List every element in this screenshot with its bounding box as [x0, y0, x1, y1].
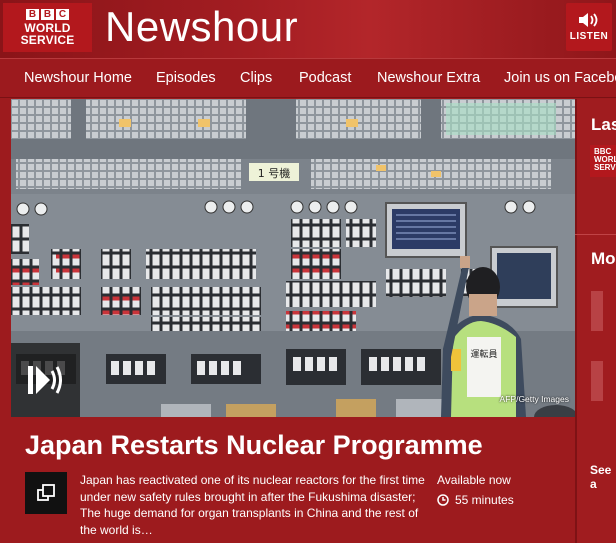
sidebar-list-thumb[interactable] [591, 291, 603, 331]
sidebar-list-thumb[interactable] [591, 361, 603, 401]
right-sidebar: Las BBC WORL SERV Mo See a [575, 99, 616, 543]
nav-item-newshour-extra[interactable]: Newshour Extra [377, 70, 480, 86]
nav-item-newshour-home[interactable]: Newshour Home [24, 70, 132, 86]
sidebar-bbc-logo[interactable]: BBC WORL SERV [590, 145, 616, 177]
popout-icon [37, 484, 55, 501]
bbc-blocks: B B C [26, 9, 69, 20]
unit-sign-text: 1 号機 [258, 166, 291, 180]
logo-line-service: SERVICE [20, 33, 75, 47]
nav-item-episodes[interactable]: Episodes [156, 70, 216, 86]
nav-item-facebook[interactable]: Join us on Facebook [504, 70, 616, 86]
more-heading: Mo [591, 249, 616, 268]
image-credit: AFP/Getty Images [499, 394, 569, 404]
control-room-illustration: 1 号機 運転員 [11, 99, 575, 417]
story-title[interactable]: Japan Restarts Nuclear Programme [25, 430, 483, 461]
programme-title[interactable]: Newshour [105, 3, 298, 51]
bbc-letter-c: C [56, 9, 69, 20]
clock-icon [437, 494, 449, 506]
duration-text: 55 minutes [455, 493, 514, 507]
bbc-letter-b1: B [26, 9, 39, 20]
popout-button[interactable] [25, 472, 67, 514]
nav-item-clips[interactable]: Clips [240, 70, 272, 86]
vest-text: 運転員 [470, 349, 497, 360]
audio-play-button[interactable] [11, 343, 80, 417]
availability-status: Available now [437, 473, 511, 487]
story-description: Japan has reactivated one of its nuclear… [80, 473, 425, 537]
listen-label: LISTEN [569, 31, 609, 42]
see-all-link[interactable]: See a [590, 463, 616, 491]
audio-play-icon [27, 366, 62, 394]
listen-button[interactable]: LISTEN [566, 3, 612, 51]
programme-nav: Newshour Home Episodes Clips Podcast New… [0, 58, 616, 98]
episode-duration: 55 minutes [437, 493, 514, 507]
speaker-icon [579, 13, 598, 27]
bbc-world-service-logo[interactable]: B B C WORLD SERVICE [3, 3, 92, 52]
mini-logo-line-3: SERV [594, 163, 616, 172]
latest-heading: Las [591, 115, 616, 134]
sidebar-separator [575, 234, 616, 235]
sidebar-divider [575, 99, 577, 543]
nav-item-podcast[interactable]: Podcast [299, 70, 351, 86]
hero-image[interactable]: 1 号機 運転員 AFP/Getty Images [11, 99, 575, 417]
masthead: B B C WORLD SERVICE Newshour LISTEN [0, 0, 616, 58]
bbc-letter-b2: B [41, 9, 54, 20]
